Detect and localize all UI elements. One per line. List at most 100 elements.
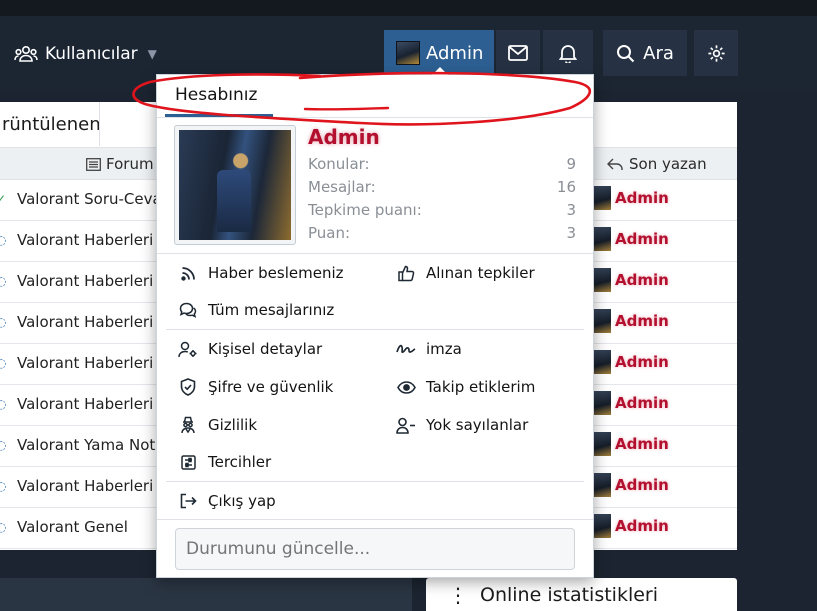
avatar [591, 227, 611, 251]
avatar [591, 186, 611, 210]
forum-name: Valorant Haberleri [17, 313, 154, 331]
last-poster[interactable]: Admin [591, 227, 669, 251]
menu-item-label: Şifre ve güvenlik [208, 378, 334, 396]
avatar-image [179, 130, 291, 240]
column-header-forum-label: Forum [106, 155, 154, 173]
comments-icon [178, 302, 198, 318]
thread-forum-link[interactable]: ◌ Valorant Haberleri [0, 231, 153, 249]
more-vertical-icon[interactable]: ⋮ [448, 585, 468, 605]
settings-button[interactable] [694, 30, 738, 76]
inbox-button[interactable] [496, 30, 540, 76]
menu-item-news-feed[interactable]: Haber beslemeniz [178, 261, 344, 285]
alerts-button[interactable] [543, 30, 593, 76]
last-poster[interactable]: Admin [591, 514, 669, 538]
tab-most-viewed[interactable]: rüntülenen [0, 102, 100, 146]
last-poster-name: Admin [615, 353, 669, 371]
gear-icon [707, 44, 725, 62]
thread-forum-link[interactable]: ◌ Valorant Genel [0, 518, 128, 536]
thread-forum-link[interactable]: ◌ Valorant Haberleri [0, 272, 153, 290]
sign-out-icon [178, 493, 198, 509]
stat-threads: Konular: 9 [308, 152, 576, 175]
thread-forum-link[interactable]: ◌ Valorant Haberleri [0, 354, 153, 372]
status-update-input[interactable] [175, 528, 575, 570]
stat-label: Konular: [308, 154, 370, 173]
menu-item-label: Tüm mesajlarınız [208, 301, 335, 319]
eye-icon [396, 380, 416, 394]
menu-item-label: Kişisel detaylar [208, 340, 323, 358]
menu-item-label: Gizlilik [208, 416, 258, 434]
menu-item-label: Haber beslemeniz [208, 264, 344, 282]
online-stats-panel: ⋮ Online istatistikleri [426, 578, 737, 611]
thread-forum-link[interactable]: ◌ Valorant Haberleri [0, 313, 153, 331]
menu-item-label: Takip etiklerim [426, 378, 536, 396]
last-poster-name: Admin [615, 271, 669, 289]
thread-forum-link[interactable]: ◌ Valorant Haberleri [0, 395, 153, 413]
forum-name: Valorant Haberleri [17, 354, 154, 372]
comment-icon: ◌ [0, 438, 7, 452]
stat-label: Mesajlar: [308, 177, 376, 196]
avatar [591, 514, 611, 538]
last-poster-name: Admin [615, 189, 669, 207]
forum-name: Valorant Yama Notl [17, 436, 160, 454]
menu-item-label: Tercihler [208, 453, 272, 471]
menu-item-all-posts[interactable]: Tüm mesajlarınız [178, 298, 334, 322]
users-icon [14, 45, 38, 62]
menu-item-signature[interactable]: imza [396, 337, 462, 361]
avatar [591, 268, 611, 292]
profile-avatar[interactable] [174, 125, 296, 245]
menu-item-personal-details[interactable]: Kişisel detaylar [178, 337, 322, 361]
thumbs-up-icon [396, 265, 416, 282]
rss-icon [178, 266, 198, 281]
avatar [591, 309, 611, 333]
thread-forum-link[interactable]: ◌ Valorant Yama Notl [0, 436, 159, 454]
comment-icon: ◌ [0, 315, 7, 329]
divider [166, 329, 584, 330]
menu-item-following[interactable]: Takip etiklerim [396, 375, 535, 399]
forum-name: Valorant Haberleri [17, 395, 154, 413]
thread-forum-link[interactable]: ✓ Valorant Soru-Ceva [0, 190, 162, 208]
menu-item-privacy[interactable]: Gizlilik [178, 413, 257, 437]
tab-your-account[interactable]: Hesabınız [165, 75, 273, 117]
stat-value: 9 [566, 154, 576, 173]
comment-icon: ◌ [0, 520, 7, 534]
comment-icon: ◌ [0, 274, 7, 288]
column-header-last-poster-label: Son yazan [629, 155, 707, 173]
forum-name: Valorant Haberleri [17, 231, 154, 249]
last-poster[interactable]: Admin [591, 432, 669, 456]
search-icon [617, 44, 635, 62]
users-menu-label: Kullanıcılar [45, 44, 138, 64]
last-poster-name: Admin [615, 394, 669, 412]
thread-forum-link[interactable]: ◌ Valorant Haberleri [0, 477, 153, 495]
last-poster[interactable]: Admin [591, 186, 669, 210]
last-poster[interactable]: Admin [591, 350, 669, 374]
last-poster[interactable]: Admin [591, 391, 669, 415]
column-header-forum: Forum [86, 155, 154, 173]
menu-item-ignored[interactable]: Yok sayılanlar [396, 413, 528, 437]
top-strip [0, 0, 817, 16]
users-menu-button[interactable]: Kullanıcılar ▼ [14, 40, 157, 68]
user-secret-icon [178, 416, 198, 434]
menu-item-reactions-received[interactable]: Alınan tepkiler [396, 261, 535, 285]
chevron-down-icon: ▼ [147, 47, 157, 61]
stat-messages: Mesajlar: 16 [308, 175, 576, 198]
list-icon [86, 157, 101, 171]
stat-label: Tepkime puanı: [308, 200, 422, 219]
stat-reaction-score: Tepkime puanı: 3 [308, 198, 576, 221]
last-poster[interactable]: Admin [591, 268, 669, 292]
last-poster-name: Admin [615, 476, 669, 494]
user-cog-icon [178, 341, 198, 358]
footer-area [0, 578, 412, 611]
search-button[interactable]: Ara [603, 30, 687, 76]
menu-item-password-security[interactable]: Şifre ve güvenlik [178, 375, 333, 399]
profile-username[interactable]: Admin [308, 125, 380, 149]
stat-value: 3 [566, 223, 576, 242]
online-stats-title: Online istatistikleri [480, 583, 659, 606]
last-poster[interactable]: Admin [591, 473, 669, 497]
avatar [591, 432, 611, 456]
column-header-last-poster: Son yazan [607, 155, 707, 173]
menu-item-preferences[interactable]: Tercihler [178, 450, 271, 474]
menu-item-logout[interactable]: Çıkış yap [178, 489, 276, 513]
last-poster[interactable]: Admin [591, 309, 669, 333]
envelope-icon [508, 45, 528, 61]
comment-icon: ◌ [0, 397, 7, 411]
